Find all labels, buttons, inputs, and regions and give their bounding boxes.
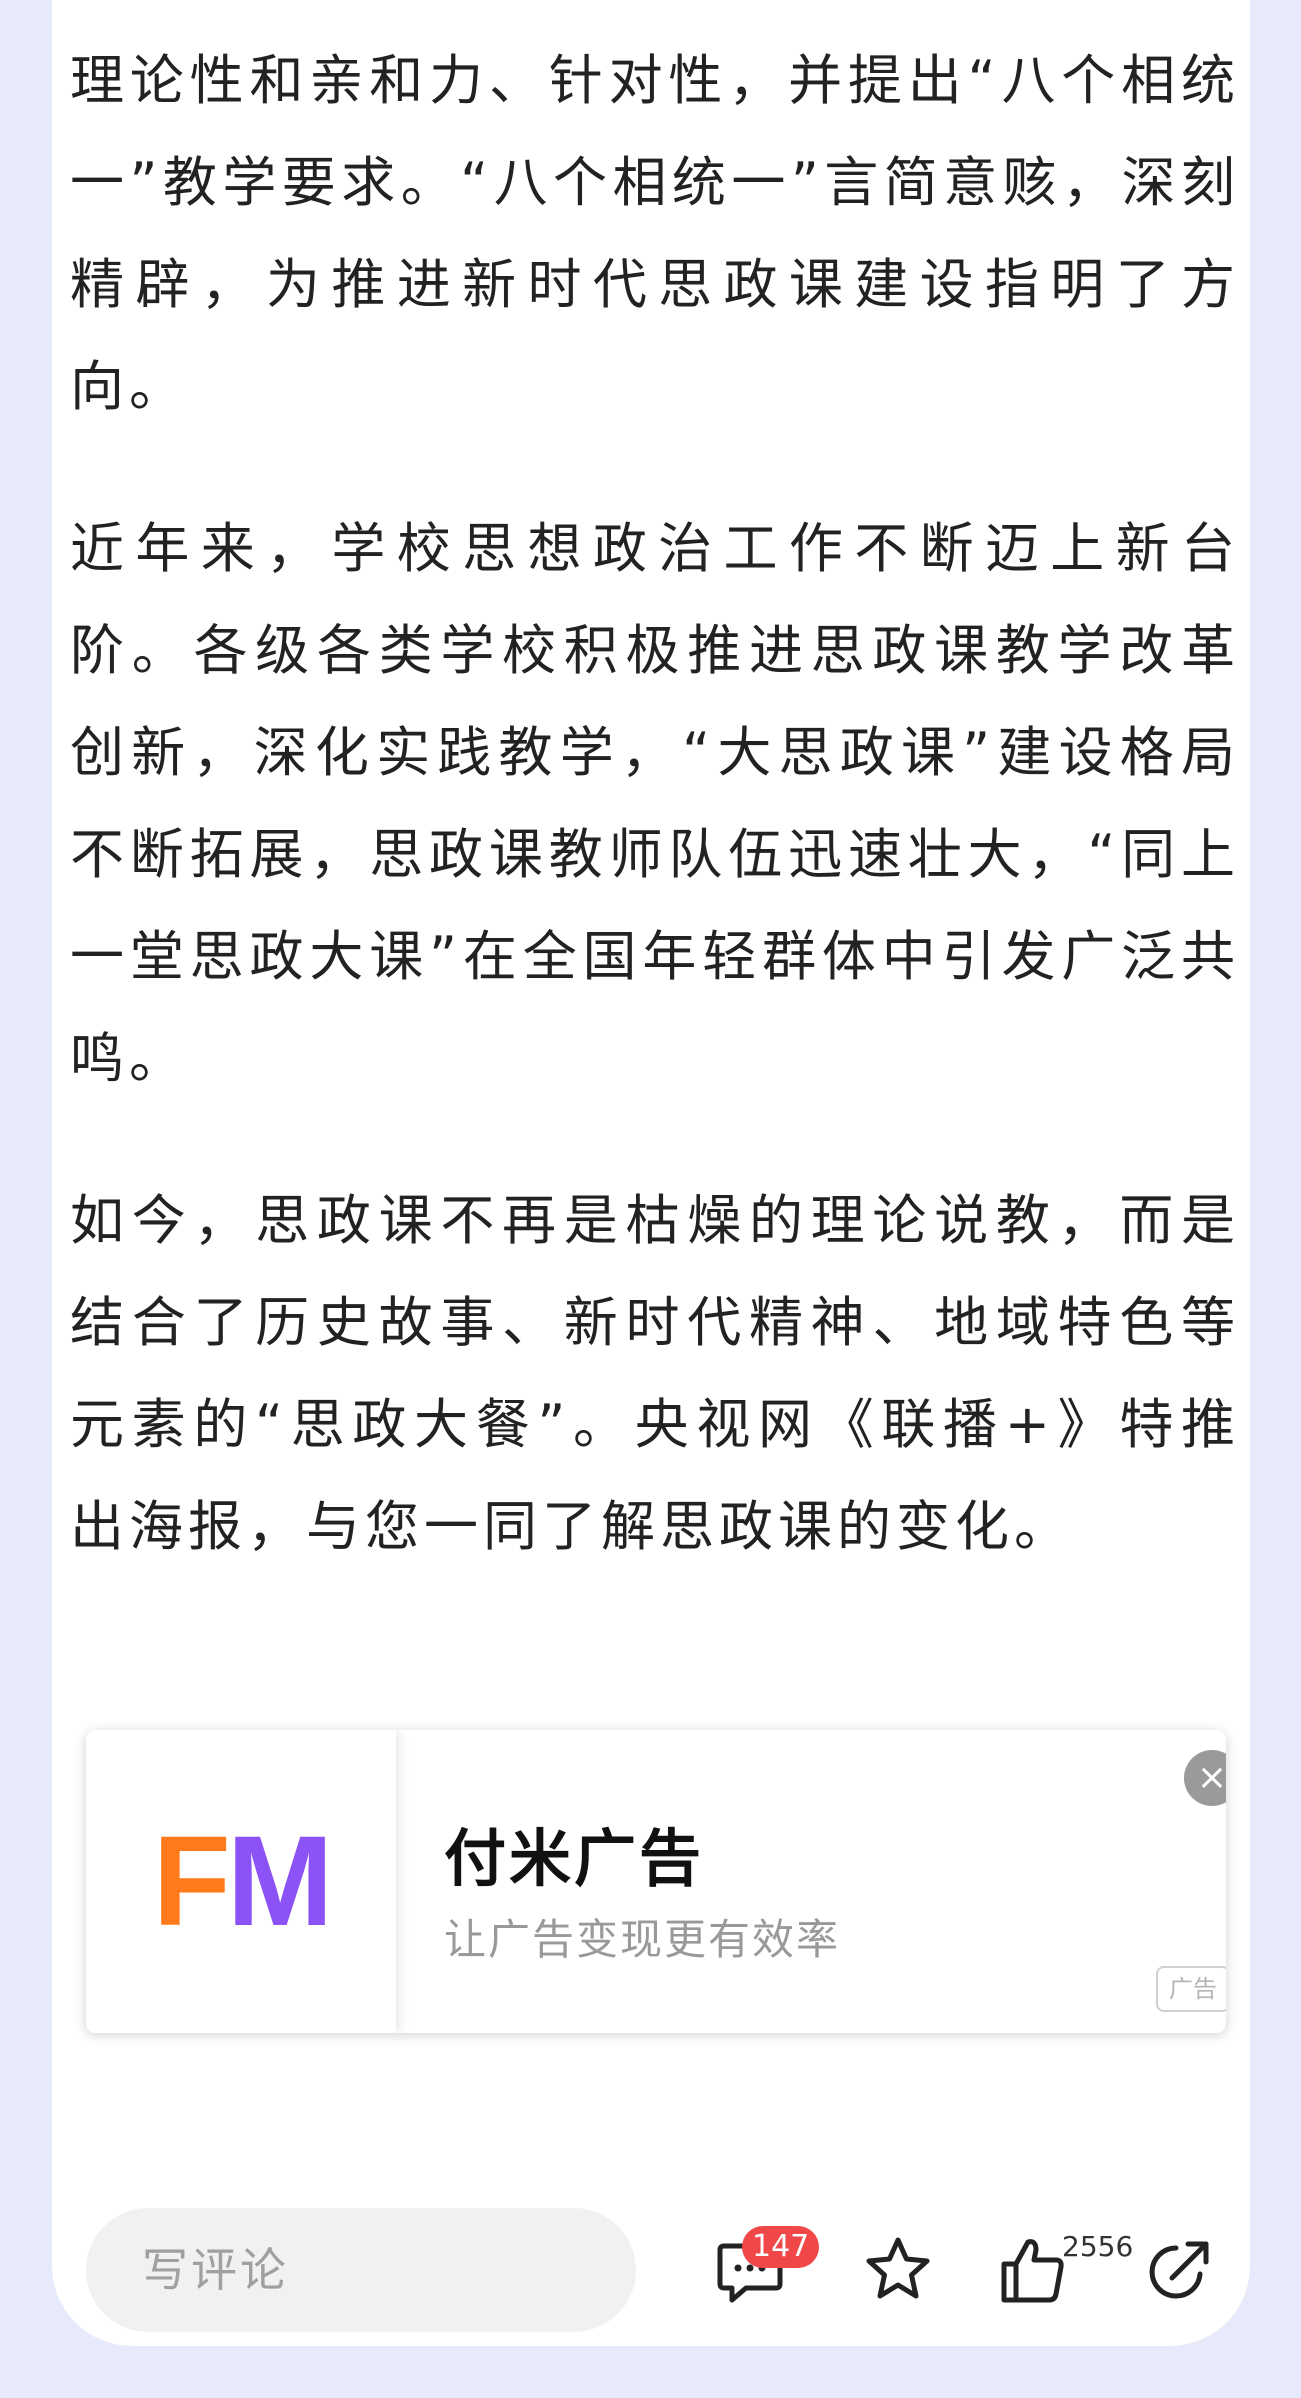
- article-paragraph: 理论性和亲和力、针对性，并提出“八个相统一”教学要求。“八个相统一”言简意赅，深…: [70, 49, 1240, 418]
- share-icon: [1149, 2241, 1209, 2299]
- ad-tag: 广告: [1156, 1966, 1226, 2012]
- like-count: 2556: [1062, 2230, 1134, 2263]
- ad-close-button[interactable]: ×: [1184, 1750, 1226, 1806]
- ad-subtitle: 让广告变现更有效率: [444, 1915, 841, 1964]
- ad-logo-f: F: [152, 1810, 231, 1953]
- comment-input[interactable]: 写评论: [86, 2208, 636, 2332]
- thumbs-up-icon: [1001, 2239, 1064, 2303]
- bottom-action-bar: 写评论 147 2556: [52, 2200, 1250, 2340]
- share-button[interactable]: [1140, 2230, 1220, 2310]
- article-body: 理论性和亲和力、针对性，并提出“八个相统一”教学要求。“八个相统一”言简意赅，深…: [70, 30, 1240, 1578]
- article-paragraph: 近年来，学校思想政治工作不断迈上新台阶。各级各类学校积极推进思政课教学改革创新，…: [70, 517, 1240, 1090]
- comment-count-badge: 147: [742, 2226, 820, 2268]
- ad-logo-m: M: [226, 1810, 334, 1953]
- ad-title: 付米广告: [444, 1822, 705, 1895]
- star-icon: [866, 2237, 930, 2299]
- ad-logo: FM: [86, 1730, 396, 2033]
- ad-card[interactable]: FM 付米广告 让广告变现更有效率 × 广告: [86, 1730, 1226, 2033]
- favorite-button[interactable]: [858, 2230, 938, 2310]
- article-paragraph: 如今，思政课不再是枯燥的理论说教，而是结合了历史故事、新时代精神、地域特色等元素…: [70, 1189, 1240, 1558]
- like-button[interactable]: [992, 2230, 1072, 2310]
- article-screen: 理论性和亲和力、针对性，并提出“八个相统一”教学要求。“八个相统一”言简意赅，深…: [52, 0, 1250, 2346]
